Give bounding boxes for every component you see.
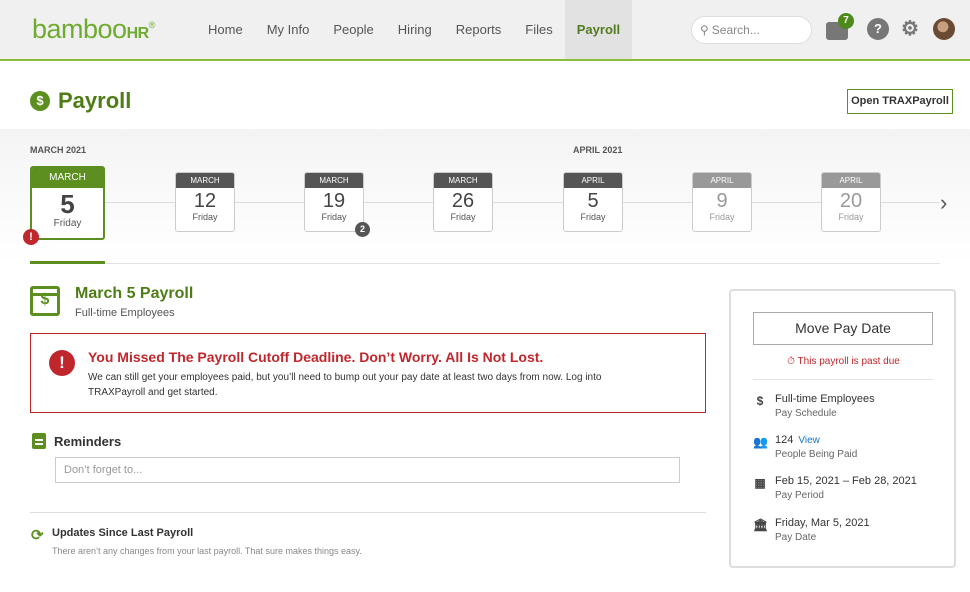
- main-nav: Home My Info People Hiring Reports Files…: [196, 0, 633, 59]
- nav-people[interactable]: People: [321, 0, 385, 59]
- payroll-title: March 5 Payroll: [75, 285, 194, 302]
- nav-files[interactable]: Files: [513, 0, 564, 59]
- view-people-link[interactable]: View: [798, 435, 820, 446]
- page-header: [0, 61, 970, 129]
- cutoff-alert: ! You Missed The Payroll Cutoff Deadline…: [30, 333, 706, 413]
- pay-schedule-icon: $: [756, 394, 764, 408]
- month-label-march: MARCH 2021: [30, 145, 87, 155]
- alert-body: We can still get your employees paid, bu…: [88, 372, 602, 398]
- nav-hiring[interactable]: Hiring: [386, 0, 444, 59]
- move-pay-date-button[interactable]: Move Pay Date: [753, 312, 933, 345]
- nav-reports[interactable]: Reports: [444, 0, 514, 59]
- open-traxpayroll-button[interactable]: Open TRAXPayroll: [847, 89, 953, 114]
- reminders-icon: [32, 433, 46, 449]
- top-navigation-bar: bambooHR® Home My Info People Hiring Rep…: [0, 0, 970, 61]
- selected-date-indicator: [30, 261, 105, 264]
- updates-title: Updates Since Last Payroll: [52, 527, 194, 539]
- updates-message: There aren’t any changes from your last …: [52, 546, 362, 556]
- chevron-right-icon[interactable]: ›: [940, 190, 947, 216]
- pay-date-card[interactable]: APRIL 20 Friday: [821, 172, 881, 232]
- payroll-calendar-icon: $: [30, 286, 60, 316]
- reminder-input[interactable]: Don’t forget to...: [55, 457, 680, 483]
- calendar-icon: ▦: [754, 476, 766, 490]
- panel-divider: [753, 379, 933, 380]
- pay-date-card[interactable]: APRIL 9 Friday: [692, 172, 752, 232]
- count-badge: 2: [355, 222, 370, 237]
- pay-date-card-selected[interactable]: MARCH 5 Friday: [30, 166, 105, 240]
- pay-date-card[interactable]: MARCH 19 Friday: [304, 172, 364, 232]
- dollar-icon: $: [30, 91, 50, 111]
- section-divider: [30, 512, 706, 513]
- pay-date-card[interactable]: MARCH 26 Friday: [433, 172, 493, 232]
- search-icon: ⚲: [700, 23, 709, 37]
- people-icon: 👥: [753, 435, 768, 449]
- pay-date-card[interactable]: MARCH 12 Friday: [175, 172, 235, 232]
- alert-title: You Missed The Payroll Cutoff Deadline. …: [88, 349, 544, 365]
- search-input[interactable]: ⚲ Search...: [691, 16, 812, 44]
- month-label-april: APRIL 2021: [573, 145, 623, 155]
- refresh-icon: ⟳: [31, 527, 44, 544]
- bank-icon: 🏛: [753, 518, 769, 532]
- payroll-summary-panel: Move Pay Date ⏱ This payroll is past due…: [729, 289, 956, 568]
- nav-payroll[interactable]: Payroll: [564, 0, 633, 59]
- reminders-title: Reminders: [54, 434, 122, 449]
- past-due-notice: ⏱ This payroll is past due: [787, 356, 900, 367]
- avatar[interactable]: [933, 18, 955, 40]
- help-icon[interactable]: ?: [867, 18, 889, 40]
- gear-icon[interactable]: ⚙: [899, 18, 921, 40]
- alert-icon: !: [49, 350, 75, 376]
- bamboohr-logo[interactable]: bambooHR®: [32, 14, 155, 45]
- payroll-subtitle: Full-time Employees: [75, 307, 175, 319]
- nav-home[interactable]: Home: [196, 0, 255, 59]
- pay-date-card[interactable]: APRIL 5 Friday: [563, 172, 623, 232]
- nav-my-info[interactable]: My Info: [255, 0, 322, 59]
- page-title: $ Payroll: [30, 88, 131, 114]
- inbox-count-badge: 7: [838, 13, 854, 29]
- timeline-divider: [30, 263, 940, 264]
- alert-icon: !: [23, 229, 39, 245]
